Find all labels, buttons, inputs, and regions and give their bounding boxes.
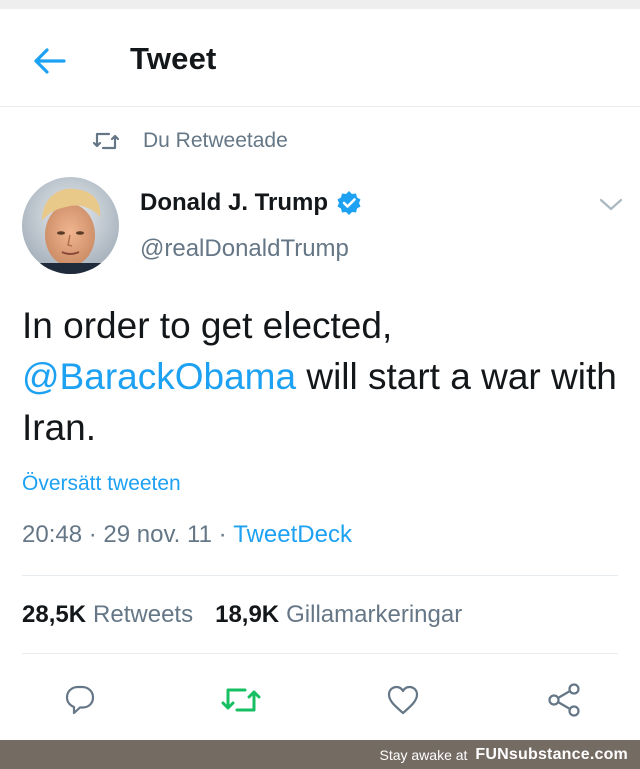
meta-separator: · [211,521,234,548]
author-display-name[interactable]: Donald J. Trump [140,189,328,217]
watermark-footer: Stay awake at FUNsubstance.com [0,740,640,769]
retweet-icon [221,688,261,712]
mention-link[interactable]: @BarackObama [22,356,296,397]
retweets-stat[interactable]: 28,5K Retweets [22,601,193,629]
chevron-down-icon [599,198,623,211]
tweet-text-part1: In order to get elected, [22,305,393,346]
translate-tweet-link[interactable]: Översätt tweeten [22,472,181,496]
avatar[interactable] [22,177,119,274]
tweet-source-link[interactable]: TweetDeck [233,521,352,549]
author-handle[interactable]: @realDonaldTrump [140,235,349,263]
retweets-count: 28,5K [22,601,87,628]
retweets-label: Retweets [93,601,194,628]
action-bar [0,672,640,728]
footer-text: Stay awake at [379,746,468,763]
heart-icon [387,685,419,715]
retweet-icon [93,128,119,154]
likes-stat[interactable]: 18,9K Gillamarkeringar [215,601,462,629]
share-button[interactable] [544,680,584,720]
tweet-date: 29 nov. 11 [103,521,212,548]
divider [22,575,618,576]
arrow-left-icon [34,48,66,74]
retweet-button[interactable] [221,680,261,720]
tweet-menu-button[interactable] [596,192,626,218]
tweet-time: 20:48 [22,521,83,548]
avatar-photo [22,177,119,274]
likes-count: 18,9K [215,601,280,628]
divider [22,653,618,654]
top-strip [0,0,640,9]
back-button[interactable] [28,41,72,81]
page-title: Tweet [130,41,217,76]
likes-label: Gillamarkeringar [286,601,463,628]
verified-badge-icon [336,190,362,216]
reply-button[interactable] [60,680,100,720]
like-button[interactable] [383,680,423,720]
app-header: Tweet [0,9,640,107]
tweet-stats: 28,5K Retweets 18,9K Gillamarkeringar [22,601,462,629]
tweet-meta: 20:48 · 29 nov. 11 · TweetDeck [22,521,352,549]
author-name-row: Donald J. Trump [140,189,362,217]
retweet-context-text: Du Retweetade [143,129,288,152]
meta-separator: · [82,521,104,548]
retweet-context: Du Retweetade [93,128,288,154]
footer-brand[interactable]: FUNsubstance.com [475,746,628,764]
tweet-text: In order to get elected, @BarackObama wi… [22,300,622,453]
share-icon [548,683,580,717]
reply-icon [65,685,95,715]
